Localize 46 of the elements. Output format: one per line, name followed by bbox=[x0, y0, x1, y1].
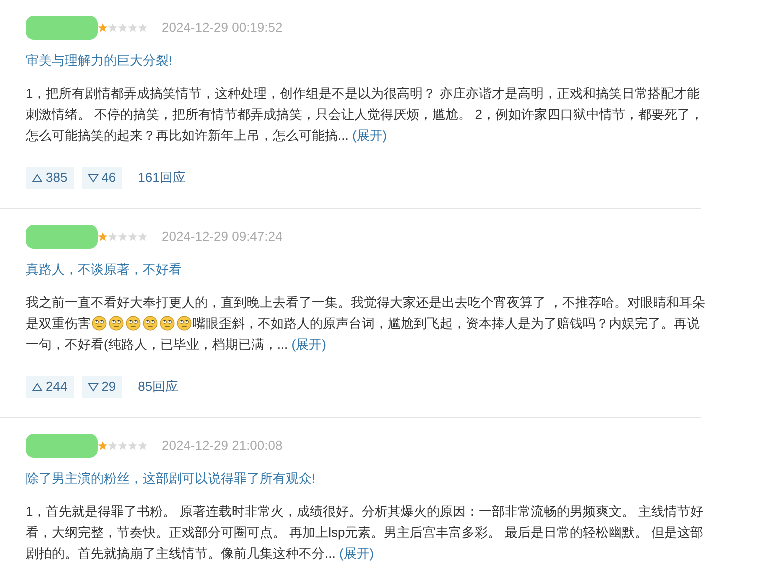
star-icon bbox=[108, 23, 118, 33]
review-text: 1，把所有剧情都弄成搞笑情节，这种处理，创作组是不是以为很高明？ 亦庄亦谐才是高明，正戏和搞笑日常搭配才能刺激情绪。 不停的搞笑，把所有情节都弄成搞笑，只会让人觉得厌烦，尴尬。 2，例如许家四口狱中情节，都要死了，怎么可能搞笑的起来？再比如许新年上吊，怎么可能搞... (展开) bbox=[26, 85, 704, 145]
eye-roll-emoji-icon bbox=[92, 316, 107, 331]
down-triangle-icon bbox=[88, 382, 99, 392]
star-icon bbox=[128, 441, 138, 451]
eye-roll-emoji-icon bbox=[160, 316, 175, 331]
redacted-username bbox=[26, 434, 98, 458]
review-title[interactable]: 真路人，不谈原著，不好看 bbox=[26, 262, 182, 277]
eye-roll-emoji-icon bbox=[143, 316, 158, 331]
star-icon bbox=[128, 232, 138, 242]
review-title[interactable]: 审美与理解力的巨大分裂! bbox=[26, 53, 173, 68]
review-time: 2024-12-29 09:47:24 bbox=[162, 228, 283, 246]
expand-link[interactable]: (展开) bbox=[292, 337, 326, 352]
star-icon bbox=[98, 232, 108, 242]
star-icon bbox=[98, 23, 108, 33]
eye-roll-emoji-icon bbox=[109, 316, 124, 331]
eye-roll-emoji-icon bbox=[177, 316, 192, 331]
eye-roll-emoji-icon bbox=[126, 316, 141, 331]
upvote-button[interactable]: 244 bbox=[26, 376, 74, 398]
star-icon bbox=[138, 441, 148, 451]
down-triangle-icon bbox=[88, 174, 99, 182]
downvote-button[interactable]: 29 bbox=[82, 376, 122, 398]
redacted-username bbox=[26, 16, 98, 40]
expand-link[interactable]: (展开) bbox=[339, 546, 374, 561]
star-icon bbox=[98, 441, 108, 451]
up-triangle-icon bbox=[32, 174, 43, 182]
star-icon bbox=[138, 23, 148, 33]
star-icon bbox=[108, 232, 118, 242]
review-time: 2024-12-29 21:00:08 bbox=[162, 437, 283, 456]
star-icon bbox=[118, 232, 128, 242]
star-icon bbox=[128, 23, 138, 33]
star-icon bbox=[118, 23, 128, 33]
downvote-button[interactable]: 46 bbox=[82, 167, 122, 189]
star-icon bbox=[118, 441, 128, 451]
star-icon bbox=[138, 232, 148, 242]
review-text: 我之前一直不看好大奉打更人的，直到晚上去看了一集。我觉得大家还是出去吃个宵夜算了 ，不推荐哈。对眼睛和耳朵是双重伤害 嘴眼歪斜，不如路人的原声台词，尴尬到飞起，资本捧人是为了赔钱吗？内娱完了。再说一句，不好看(纯路人，已毕业，档期已满，... (展开) bbox=[26, 294, 707, 354]
replies-link[interactable]: 161回应 bbox=[138, 168, 186, 188]
upvote-button[interactable]: 385 bbox=[26, 167, 74, 189]
up-triangle-icon bbox=[32, 382, 43, 392]
review-text: 1，首先就是得罪了书粉。 原著连载时非常火，成绩很好。分析其爆火的原因：一部非常流畅的男频爽文。 主线情节好看，大纲完整，节奏快。正戏部分可圈可点。 再加上lsp元素。男主后宫丰富多彩。 最后是日常的轻松幽默。 但是这部剧拍的。首先就搞崩了主线情节。像前几集这种不分... (展开) bbox=[26, 503, 704, 563]
expand-link[interactable]: (展开) bbox=[352, 128, 388, 143]
review-time: 2024-12-29 00:19:52 bbox=[162, 19, 283, 38]
replies-link[interactable]: 85回应 bbox=[138, 377, 179, 397]
star-icon bbox=[108, 441, 118, 451]
review-title[interactable]: 除了男主演的粉丝，这部剧可以说得罪了所有观众! bbox=[26, 471, 316, 486]
redacted-username bbox=[26, 225, 98, 249]
